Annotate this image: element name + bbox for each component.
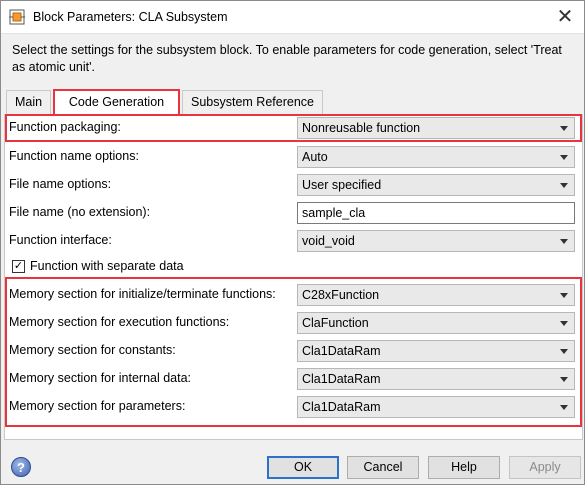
mem-internal-value: Cla1DataRam [302,372,381,386]
dialog-footer: ? OK Cancel Help Apply [1,448,584,484]
mem-constants-value: Cla1DataRam [302,344,381,358]
chevron-down-icon [560,377,568,382]
tab-main[interactable]: Main [6,90,51,114]
function-name-options-row: Function name options: Auto [5,146,582,168]
mem-params-label: Memory section for parameters: [9,399,186,413]
file-name-options-dropdown[interactable]: User specified [297,174,575,196]
chevron-down-icon [560,293,568,298]
chevron-down-icon [560,349,568,354]
separate-data-label: Function with separate data [30,259,184,273]
mem-init-term-dropdown[interactable]: C28xFunction [297,284,575,306]
mem-params-row: Memory section for parameters: Cla1DataR… [5,396,582,418]
file-name-options-label: File name options: [9,177,112,191]
mem-exec-dropdown[interactable]: ClaFunction [297,312,575,334]
mem-init-term-label: Memory section for initialize/terminate … [9,287,276,301]
close-icon: ✕ [556,6,574,28]
function-interface-dropdown[interactable]: void_void [297,230,575,252]
function-packaging-row: Function packaging: Nonreusable function [5,117,582,139]
mem-constants-label: Memory section for constants: [9,343,176,357]
mem-init-term-row: Memory section for initialize/terminate … [5,284,582,306]
mem-exec-value: ClaFunction [302,316,369,330]
file-name-input[interactable]: sample_cla [297,202,575,224]
function-interface-label: Function interface: [9,233,112,247]
cancel-button[interactable]: Cancel [347,456,419,479]
function-packaging-dropdown[interactable]: Nonreusable function [297,117,575,139]
chevron-down-icon [560,183,568,188]
file-name-label: File name (no extension): [9,205,151,219]
file-name-options-row: File name options: User specified [5,174,582,196]
function-name-options-value: Auto [302,150,328,164]
file-name-options-value: User specified [302,178,382,192]
apply-button[interactable]: Apply [509,456,581,479]
file-name-value: sample_cla [302,206,366,220]
title-bar: Block Parameters: CLA Subsystem ✕ [1,1,584,34]
mem-internal-dropdown[interactable]: Cla1DataRam [297,368,575,390]
dialog-description: Select the settings for the subsystem bl… [12,43,562,74]
mem-exec-row: Memory section for execution functions: … [5,312,582,334]
chevron-down-icon [560,126,568,131]
help-icon[interactable]: ? [11,457,31,477]
mem-init-term-value: C28xFunction [302,288,380,302]
separate-data-checkbox[interactable]: ✓ [12,260,25,273]
function-interface-row: Function interface: void_void [5,230,582,252]
mem-constants-row: Memory section for constants: Cla1DataRa… [5,340,582,362]
simulink-block-icon [9,9,25,25]
chevron-down-icon [560,155,568,160]
ok-button[interactable]: OK [267,456,339,479]
code-generation-panel: Function packaging: Nonreusable function… [4,114,583,440]
window-title: Block Parameters: CLA Subsystem [33,10,228,24]
mem-params-value: Cla1DataRam [302,400,381,414]
tab-subsystem-reference[interactable]: Subsystem Reference [182,90,323,114]
file-name-row: File name (no extension): sample_cla [5,202,582,224]
close-button[interactable]: ✕ [552,5,578,29]
help-button[interactable]: Help [428,456,500,479]
chevron-down-icon [560,405,568,410]
mem-exec-label: Memory section for execution functions: [9,315,230,329]
function-packaging-value: Nonreusable function [302,121,421,135]
mem-internal-label: Memory section for internal data: [9,371,192,385]
chevron-down-icon [560,239,568,244]
chevron-down-icon [560,321,568,326]
mem-constants-dropdown[interactable]: Cla1DataRam [297,340,575,362]
function-packaging-label: Function packaging: [9,120,121,134]
dialog-window: Block Parameters: CLA Subsystem ✕ Select… [0,0,585,485]
function-interface-value: void_void [302,234,355,248]
function-name-options-label: Function name options: [9,149,139,163]
mem-params-dropdown[interactable]: Cla1DataRam [297,396,575,418]
mem-internal-row: Memory section for internal data: Cla1Da… [5,368,582,390]
function-name-options-dropdown[interactable]: Auto [297,146,575,168]
tab-code-generation[interactable]: Code Generation [53,89,180,115]
